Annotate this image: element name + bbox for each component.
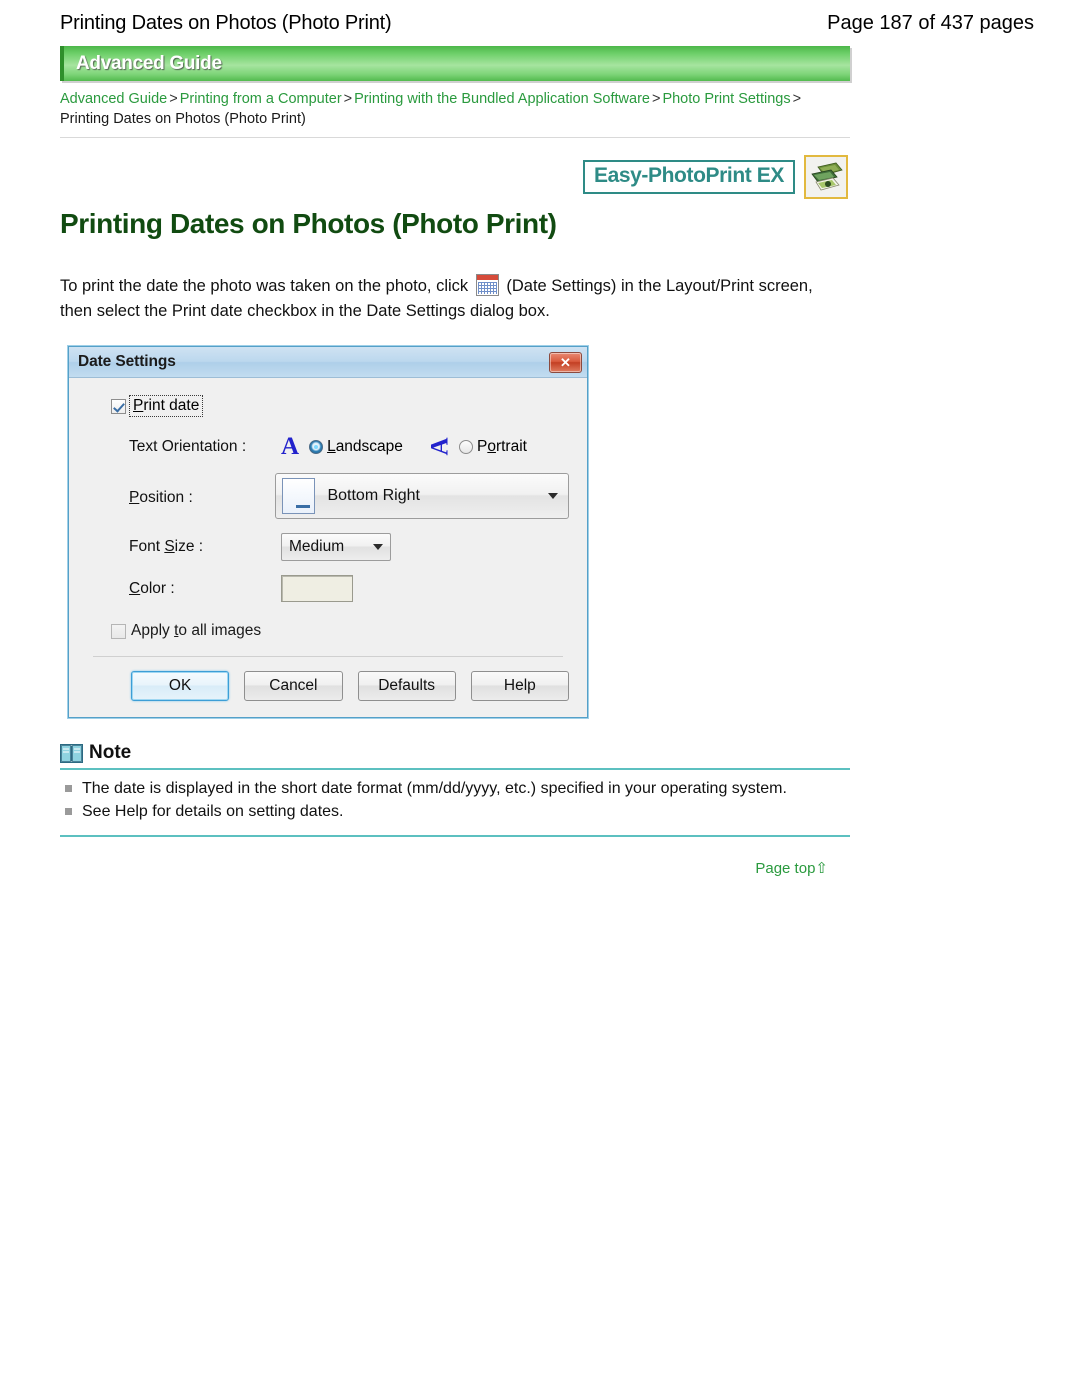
page-title: Printing Dates on Photos (Photo Print) [60, 208, 557, 239]
apply-to-all-images-label: Apply to all images [131, 622, 262, 639]
content-area: Advanced Guide Advanced Guide > Printing f… [60, 46, 888, 878]
breadcrumb-separator: > [343, 91, 353, 107]
intro-text-line2: then select the Print date checkbox in t… [60, 302, 550, 320]
print-date-checkbox-row[interactable]: Print date [111, 395, 569, 417]
open-book-icon [60, 743, 83, 763]
easy-photoprint-ex-icon [804, 155, 848, 199]
print-date-label: Print date [128, 395, 204, 417]
defaults-button[interactable]: Defaults [357, 671, 456, 701]
chevron-down-icon [373, 544, 383, 550]
advanced-guide-banner: Advanced Guide [60, 46, 850, 81]
page-title-divider [60, 247, 850, 248]
font-size-dropdown[interactable]: Medium [281, 533, 391, 561]
breadcrumb-divider [60, 137, 850, 138]
breadcrumb-item-printing-from-a-computer[interactable]: Printing from a Computer [180, 91, 342, 107]
breadcrumb: Advanced Guide > Printing from a Computer >… [60, 90, 850, 129]
close-icon[interactable]: ✕ [549, 351, 582, 373]
easy-photoprint-ex-badge: Easy-PhotoPrint EX [582, 160, 795, 194]
advanced-guide-banner-label: Advanced Guide [76, 53, 222, 74]
breadcrumb-item-photo-print-settings[interactable]: Photo Print Settings [662, 91, 790, 107]
color-row: Color : [129, 575, 569, 602]
dialog-title: Date Settings [78, 353, 176, 370]
page-header: Printing Dates on Photos (Photo Print) P… [0, 0, 1080, 40]
print-date-checkbox[interactable] [111, 398, 126, 414]
note-bottom-divider [60, 835, 850, 837]
position-row: Position : Bottom Right [129, 473, 569, 519]
page-header-page-count: Page 187 of 437 pages [827, 11, 1034, 34]
note-list: The date is displayed in the short date … [60, 770, 850, 831]
breadcrumb-separator: > [651, 91, 661, 107]
breadcrumb-current-page: Printing Dates on Photos (Photo Print) [60, 111, 306, 127]
text-orientation-row: Text Orientation : A Landscape A Portrai… [129, 434, 569, 459]
breadcrumb-item-advanced-guide[interactable]: Advanced Guide [60, 91, 167, 107]
landscape-radio-label: Landscape [327, 437, 403, 455]
apply-to-all-images-checkbox[interactable] [111, 623, 126, 639]
note-item: See Help for details on setting dates. [65, 800, 850, 823]
dialog-separator [93, 656, 563, 657]
page-top-label: Page top [755, 860, 816, 877]
product-logo-row: Easy-PhotoPrint EX [60, 154, 850, 200]
font-size-row: Font Size : Medium [129, 533, 569, 561]
page-top-link[interactable]: Page top⇧ [755, 860, 828, 877]
text-orientation-label: Text Orientation : [129, 437, 247, 455]
portrait-radio[interactable] [458, 439, 473, 454]
dialog-titlebar: Date Settings ✕ [69, 347, 587, 378]
color-swatch-button[interactable] [281, 575, 353, 602]
page-top-row: Page top⇧ [60, 859, 850, 878]
landscape-radio[interactable] [309, 439, 324, 454]
font-size-value: Medium [289, 538, 345, 555]
landscape-glyph-icon: A [281, 433, 300, 460]
date-settings-dialog: Date Settings ✕ Print date Text Orientat… [68, 346, 588, 718]
chevron-down-icon [548, 493, 558, 499]
arrow-up-icon: ⇧ [815, 860, 828, 877]
portrait-radio-label: Portrait [476, 437, 527, 455]
dialog-button-row: OK Cancel Defaults Help [87, 671, 569, 701]
apply-to-all-images-row[interactable]: Apply to all images [111, 622, 569, 640]
position-dropdown[interactable]: Bottom Right [275, 473, 569, 519]
note-item: The date is displayed in the short date … [65, 777, 850, 800]
cancel-button[interactable]: Cancel [244, 671, 343, 701]
dialog-body: Print date Text Orientation : A Landscap… [69, 378, 587, 717]
page-header-title: Printing Dates on Photos (Photo Print) [60, 11, 392, 34]
note-header: Note [60, 742, 850, 764]
ok-button[interactable]: OK [131, 671, 230, 701]
breadcrumb-item-printing-with-bundled-application-software[interactable]: Printing with the Bundled Application So… [354, 91, 650, 107]
breadcrumb-separator: > [169, 91, 178, 107]
breadcrumb-separator: > [792, 91, 802, 107]
intro-paragraph: To print the date the photo was taken on… [60, 274, 860, 324]
position-label: Position : [129, 489, 193, 506]
portrait-glyph-icon: A [426, 437, 454, 456]
intro-text-after-icon: (Date Settings) in the Layout/Print scre… [506, 277, 813, 295]
position-value: Bottom Right [327, 487, 420, 504]
date-settings-calendar-icon [475, 274, 499, 296]
note-title: Note [89, 742, 132, 763]
color-label: Color : [129, 579, 175, 597]
note-block: Note The date is displayed in the short … [60, 742, 850, 837]
position-preview-icon [282, 478, 316, 514]
intro-text-before-icon: To print the date the photo was taken on… [60, 277, 469, 295]
help-button[interactable]: Help [470, 671, 569, 701]
font-size-label: Font Size : [129, 538, 204, 555]
